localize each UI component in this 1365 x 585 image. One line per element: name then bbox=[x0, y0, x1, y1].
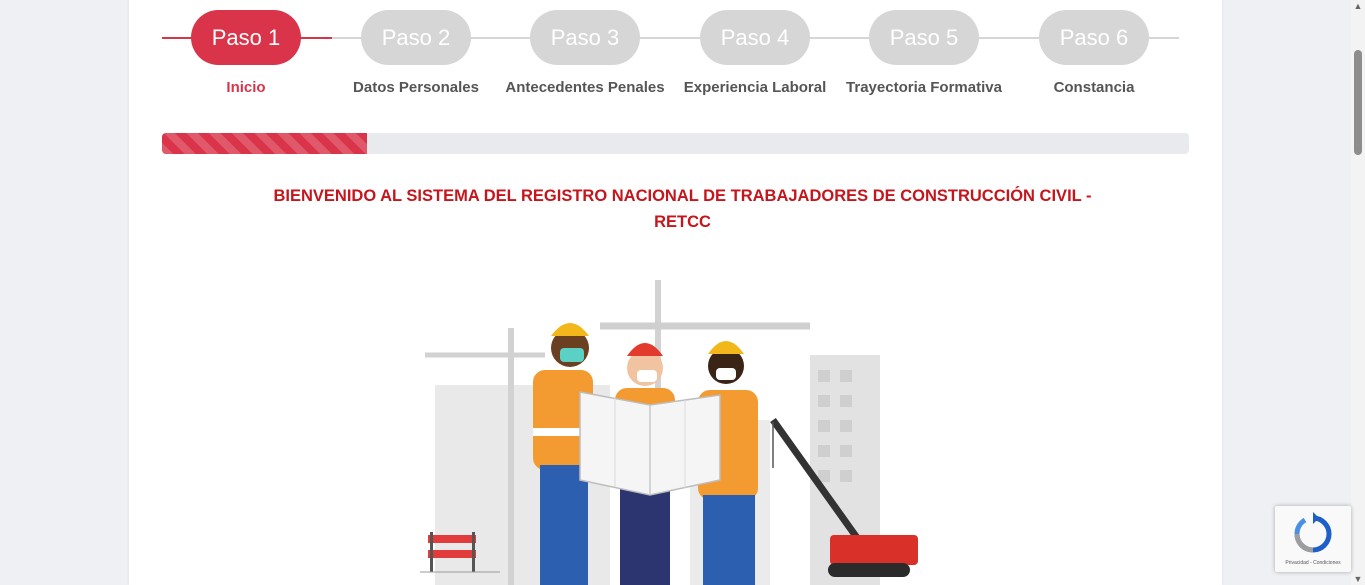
step-1-badge: Paso 1 bbox=[191, 10, 301, 65]
welcome-title-line-2: RETCC bbox=[654, 213, 711, 231]
step-1[interactable]: Paso 1 Inicio bbox=[161, 10, 331, 110]
step-5-label: Trayectoria Formativa bbox=[846, 79, 1002, 96]
scrollbar-thumb[interactable] bbox=[1354, 50, 1362, 155]
step-4-label: Experiencia Laboral bbox=[683, 79, 827, 96]
welcome-title-line-1: BIENVENIDO AL SISTEMA DEL REGISTRO NACIO… bbox=[273, 187, 1092, 205]
step-3[interactable]: Paso 3 Antecedentes Penales bbox=[500, 10, 670, 110]
scroll-down-arrow-icon[interactable]: ▼ bbox=[1351, 573, 1365, 585]
page-scrollbar[interactable]: ▲ ▼ bbox=[1351, 0, 1365, 585]
step-2-badge: Paso 2 bbox=[361, 10, 471, 65]
construction-workers-illustration bbox=[420, 280, 918, 585]
welcome-title: BIENVENIDO AL SISTEMA DEL REGISTRO NACIO… bbox=[230, 183, 1135, 235]
step-1-label: Inicio bbox=[226, 79, 266, 96]
progress-bar bbox=[162, 133, 1189, 154]
step-3-label: Antecedentes Penales bbox=[505, 79, 665, 96]
step-6-label: Constancia bbox=[1053, 79, 1135, 96]
step-4-badge: Paso 4 bbox=[700, 10, 810, 65]
progress-fill bbox=[162, 133, 368, 154]
step-2-label: Datos Personales bbox=[353, 79, 479, 96]
step-4[interactable]: Paso 4 Experiencia Laboral bbox=[670, 10, 840, 110]
recaptcha-badge[interactable]: Privacidad - Condiciones bbox=[1275, 506, 1351, 572]
recaptcha-footer[interactable]: Privacidad - Condiciones bbox=[1275, 560, 1351, 566]
step-6-badge: Paso 6 bbox=[1039, 10, 1149, 65]
step-5-badge: Paso 5 bbox=[869, 10, 979, 65]
recaptcha-icon bbox=[1294, 512, 1332, 553]
step-6[interactable]: Paso 6 Constancia bbox=[1009, 10, 1179, 110]
step-2[interactable]: Paso 2 Datos Personales bbox=[331, 10, 501, 110]
step-3-badge: Paso 3 bbox=[530, 10, 640, 65]
scroll-up-arrow-icon[interactable]: ▲ bbox=[1351, 0, 1365, 12]
step-5[interactable]: Paso 5 Trayectoria Formativa bbox=[839, 10, 1009, 110]
